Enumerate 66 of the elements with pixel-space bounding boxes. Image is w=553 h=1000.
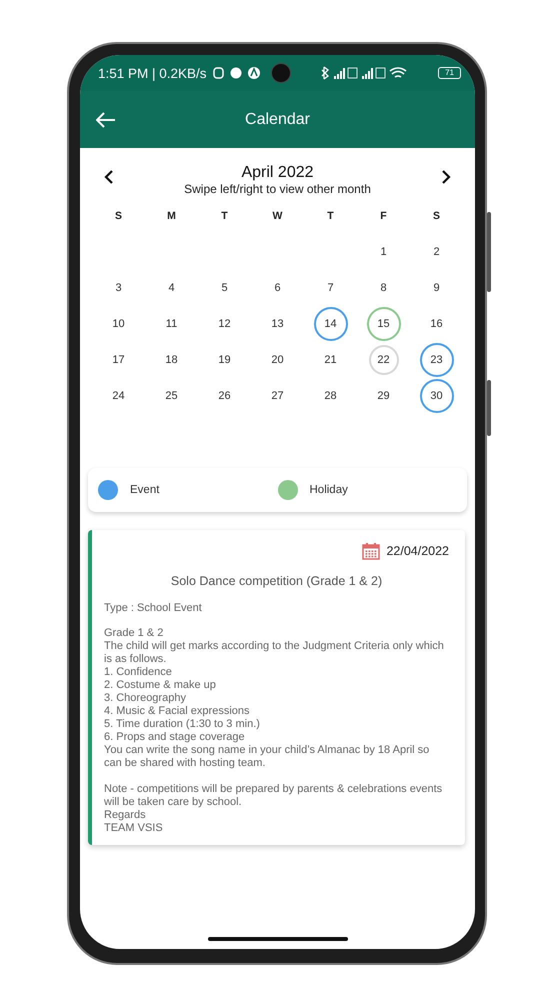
weekday-label: S [432, 210, 440, 222]
calendar-day[interactable]: 22 [366, 343, 400, 377]
legend-label: Event [130, 484, 160, 496]
weekday-label: F [380, 210, 387, 222]
event-type: Type : School Event [104, 602, 203, 614]
description-line: The child will get marks according to the Judgment Criteria only which is as follows. [104, 640, 445, 666]
calendar-day[interactable]: 30 [420, 379, 454, 413]
calendar-day[interactable]: 15 [366, 307, 400, 341]
calendar-day[interactable]: 4 [154, 271, 188, 305]
battery-indicator: 71 [438, 67, 461, 79]
calendar-day[interactable]: 24 [102, 379, 136, 413]
description-line: 4. Music & Facial expressions [104, 705, 250, 718]
weekday-label: T [327, 210, 334, 222]
chevron-right-icon [440, 170, 451, 184]
calendar-day[interactable]: 13 [260, 307, 294, 341]
weekday-label: S [114, 210, 122, 222]
calendar-day[interactable]: 11 [154, 307, 188, 341]
note-line: Note - competitions will be prepared by parents & celebrations events will be taken care by school. [104, 783, 444, 809]
weekday-label: M [167, 210, 176, 222]
calendar-day[interactable]: 5 [208, 271, 242, 305]
note-line: TEAM VSIS [104, 822, 164, 835]
calendar-day[interactable]: 20 [260, 343, 294, 377]
calendar-day[interactable]: 7 [314, 271, 348, 305]
month-title: April 2022 [241, 164, 314, 182]
calendar-day[interactable]: 16 [420, 307, 454, 341]
calendar-day[interactable]: 9 [420, 271, 454, 305]
status-time: 1:51 PM | 0.2KB/s [98, 66, 207, 80]
calendar-day[interactable]: 6 [260, 271, 294, 305]
calendar-day[interactable]: 23 [420, 343, 454, 377]
calendar-icon [362, 542, 380, 560]
notification-icon [212, 66, 224, 80]
description-line: You can write the song name in your child’s Almanac by 18 April so can be shared with hosting team. [104, 744, 430, 770]
description-line: 6. Props and stage coverage [104, 731, 246, 744]
calendar-day[interactable]: 19 [208, 343, 242, 377]
calendar-day[interactable]: 26 [208, 379, 242, 413]
calendar-day[interactable]: 14 [314, 307, 348, 341]
calendar-day[interactable]: 27 [260, 379, 294, 413]
calendar-day[interactable]: 25 [154, 379, 188, 413]
note-line: Regards [104, 809, 147, 822]
calendar-day[interactable]: 2 [420, 235, 454, 269]
camera-icon [271, 63, 291, 83]
app-icon [230, 67, 242, 79]
calendar-day[interactable]: 28 [314, 379, 348, 413]
calendar-day[interactable]: 21 [314, 343, 348, 377]
calendar-day[interactable]: 17 [102, 343, 136, 377]
event-title: Solo Dance competition (Grade 1 & 2) [170, 574, 384, 588]
calendar-day[interactable]: 3 [102, 271, 136, 305]
weekday-label: T [221, 210, 228, 222]
description-line: 5. Time duration (1:30 to 3 min.) [104, 718, 261, 731]
calendar-day[interactable]: 1 [366, 235, 400, 269]
legend-label: Holiday [310, 484, 348, 496]
calendar-day[interactable]: 29 [366, 379, 400, 413]
event-date: 22/04/2022 [386, 544, 449, 558]
swipe-hint: Swipe left/right to view other month [184, 182, 371, 196]
calendar-day[interactable]: 18 [154, 343, 188, 377]
description-line: Grade 1 & 2 [104, 627, 164, 640]
description-line: 1. Confidence [104, 666, 173, 679]
description-line: 3. Choreography [104, 692, 187, 705]
screen-title: Calendar [245, 110, 310, 128]
calendar-day[interactable]: 10 [102, 307, 136, 341]
calendar-day[interactable]: 12 [208, 307, 242, 341]
calendar-day[interactable]: 8 [366, 271, 400, 305]
app-icon [248, 67, 260, 79]
description-line: 2. Costume & make up [104, 679, 217, 692]
chevron-left-icon [104, 170, 114, 184]
weekday-label: W [272, 210, 282, 222]
